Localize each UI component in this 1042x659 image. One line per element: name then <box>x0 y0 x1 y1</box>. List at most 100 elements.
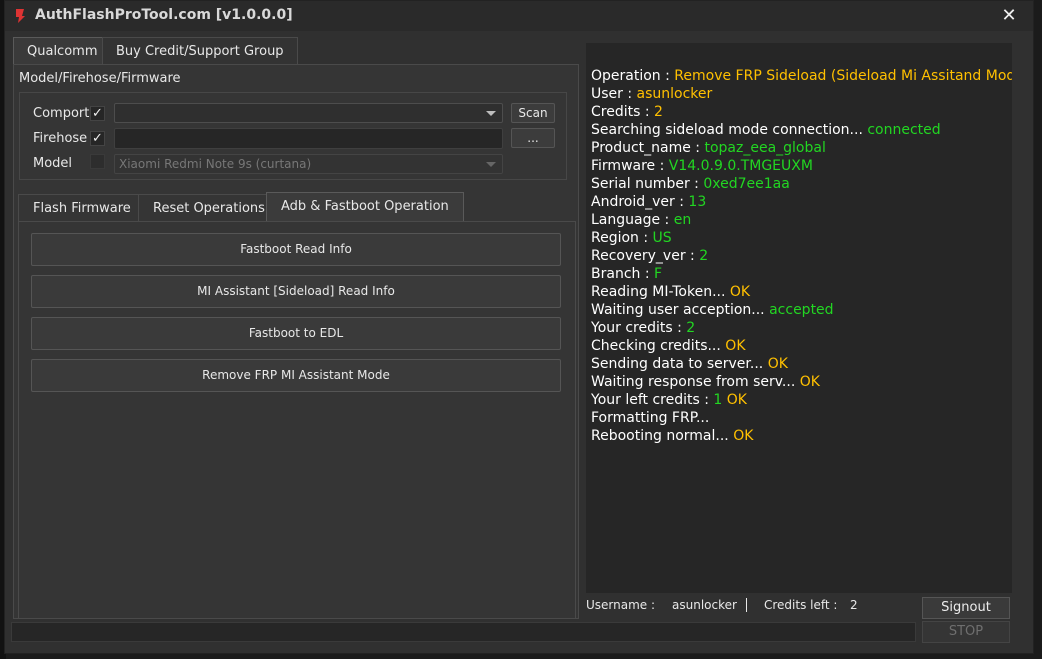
stop-button[interactable]: STOP <box>922 621 1010 643</box>
log-line-value: F <box>654 266 663 282</box>
log-line-value: accepted <box>769 302 834 318</box>
model-label: Model <box>33 156 73 171</box>
log-line: Checking credits... OK <box>591 337 1012 355</box>
firehose-checkbox[interactable]: ✓ <box>90 131 105 146</box>
tab-buy-credit-support[interactable]: Buy Credit/Support Group <box>102 37 298 64</box>
log-line: Searching sideload mode connection... co… <box>591 121 1012 139</box>
log-line-value: 2 <box>686 320 696 336</box>
model-group-box: Comport ✓ Scan Firehose ✓ ... Model Xiao… <box>19 92 567 180</box>
window-title: AuthFlashProTool.com [v1.0.0.0] <box>35 7 293 23</box>
log-line-label: Formatting FRP... <box>591 410 710 426</box>
log-line-extra: OK <box>722 392 747 408</box>
credits-left-value: 2 <box>850 598 858 612</box>
username-value: asunlocker <box>672 598 737 612</box>
firehose-path-input[interactable] <box>114 128 503 149</box>
log-line-label: Android_ver : <box>591 194 689 210</box>
comport-checkbox[interactable]: ✓ <box>90 106 105 121</box>
log-line-label: Waiting user acception... <box>591 302 770 318</box>
log-line-value: 2 <box>654 104 663 120</box>
chevron-down-icon <box>486 162 496 167</box>
log-line-label: Rebooting normal... <box>591 428 734 444</box>
fastboot-read-info-button[interactable]: Fastboot Read Info <box>31 233 561 266</box>
chevron-down-icon <box>486 111 496 116</box>
app-window: AuthFlashProTool.com [v1.0.0.0] ✕ Qualco… <box>4 0 1034 654</box>
log-line: Product_name : topaz_eea_global <box>591 139 1012 157</box>
log-line-label: Firmware : <box>591 158 669 174</box>
qualcomm-panel: Model/Firehose/Firmware Comport ✓ Scan F… <box>13 64 579 619</box>
log-line-label: Region : <box>591 230 653 246</box>
log-line-label: Your credits : <box>591 320 687 336</box>
log-line: Region : US <box>591 229 1012 247</box>
log-line-label: Language : <box>591 212 674 228</box>
log-line: Sending data to server... OK <box>591 355 1012 373</box>
log-line-label: Serial number : <box>591 176 704 192</box>
log-line: Waiting response from serv... OK <box>591 373 1012 391</box>
log-line-value: OK <box>725 338 746 354</box>
tab-reset-operations[interactable]: Reset Operations <box>138 194 280 221</box>
log-line: Credits : 2 <box>591 103 1012 121</box>
log-output[interactable]: Operation : Remove FRP Sideload (Sideloa… <box>586 43 1012 593</box>
signout-button[interactable]: Signout <box>922 597 1010 619</box>
log-line: Formatting FRP... <box>591 409 1012 427</box>
log-line: Language : en <box>591 211 1012 229</box>
log-line: User : asunlocker <box>591 85 1012 103</box>
log-line: Waiting user acception... accepted <box>591 301 1012 319</box>
log-line-value: 1 <box>713 392 723 408</box>
model-checkbox[interactable] <box>90 154 105 169</box>
log-line: Firmware : V14.0.9.0.TMGEUXM <box>591 157 1012 175</box>
tab-adb-fastboot-operation[interactable]: Adb & Fastboot Operation <box>266 192 464 221</box>
log-line-label: User : <box>591 86 637 102</box>
firehose-browse-button[interactable]: ... <box>511 128 555 148</box>
log-line: Android_ver : 13 <box>591 193 1012 211</box>
model-select-value: Xiaomi Redmi Note 9s (curtana) <box>119 157 312 171</box>
log-line-value: 13 <box>688 194 707 210</box>
username-label: Username : <box>586 598 656 612</box>
title-bar: AuthFlashProTool.com [v1.0.0.0] ✕ <box>5 1 1033 31</box>
log-line-value: 2 <box>699 248 709 264</box>
log-line-value: Remove FRP Sideload (Sideload Mi Assitan… <box>674 68 1012 84</box>
log-line-label: Reading MI-Token... <box>591 284 730 300</box>
log-line-label: Operation : <box>591 68 675 84</box>
log-line-label: Product_name : <box>591 140 705 156</box>
log-line-value: connected <box>867 122 941 138</box>
log-line-label: Your left credits : <box>591 392 714 408</box>
log-line: Serial number : 0xed7ee1aa <box>591 175 1012 193</box>
log-line-label: Searching sideload mode connection... <box>591 122 868 138</box>
log-line-label: Branch : <box>591 266 654 282</box>
log-line-label: Waiting response from serv... <box>591 374 800 390</box>
firehose-label: Firehose <box>33 131 88 146</box>
log-line-value: 0xed7ee1aa <box>703 176 790 192</box>
log-line-label: Sending data to server... <box>591 356 768 372</box>
progress-bar <box>11 622 916 642</box>
log-line-value: OK <box>767 356 788 372</box>
scan-button[interactable]: Scan <box>511 103 555 123</box>
log-line: Rebooting normal... OK <box>591 427 1012 445</box>
log-line-label: Recovery_ver : <box>591 248 700 264</box>
comport-label: Comport <box>33 106 90 121</box>
status-divider <box>746 598 747 612</box>
log-line-label: Checking credits... <box>591 338 726 354</box>
mi-assistant-read-info-button[interactable]: MI Assistant [Sideload] Read Info <box>31 275 561 308</box>
log-line-value: OK <box>729 284 751 300</box>
log-line-value: OK <box>733 428 754 444</box>
log-line: Your credits : 2 <box>591 319 1012 337</box>
fastboot-to-edl-button[interactable]: Fastboot to EDL <box>31 317 561 350</box>
log-line: Operation : Remove FRP Sideload (Sideloa… <box>591 67 1012 85</box>
comport-select[interactable] <box>114 103 503 123</box>
credits-left-label: Credits left : <box>764 598 838 612</box>
model-select[interactable]: Xiaomi Redmi Note 9s (curtana) <box>114 154 503 174</box>
tab-flash-firmware[interactable]: Flash Firmware <box>18 194 146 221</box>
model-group-label: Model/Firehose/Firmware <box>19 71 181 86</box>
log-line-value: US <box>652 230 672 246</box>
log-line-value: topaz_eea_global <box>704 140 826 156</box>
log-line: Recovery_ver : 2 <box>591 247 1012 265</box>
log-line-label: Credits : <box>591 104 655 120</box>
adb-fastboot-panel: Fastboot Read Info MI Assistant [Sideloa… <box>18 221 576 619</box>
log-line-value: OK <box>799 374 820 390</box>
close-icon[interactable]: ✕ <box>997 4 1021 28</box>
remove-frp-mi-assistant-button[interactable]: Remove FRP MI Assistant Mode <box>31 359 561 392</box>
log-line-value: en <box>673 212 692 228</box>
tab-qualcomm[interactable]: Qualcomm <box>13 37 112 64</box>
operations-tab-bar: Flash Firmware Reset Operations Adb & Fa… <box>18 192 576 221</box>
log-line: Reading MI-Token... OK <box>591 283 1012 301</box>
